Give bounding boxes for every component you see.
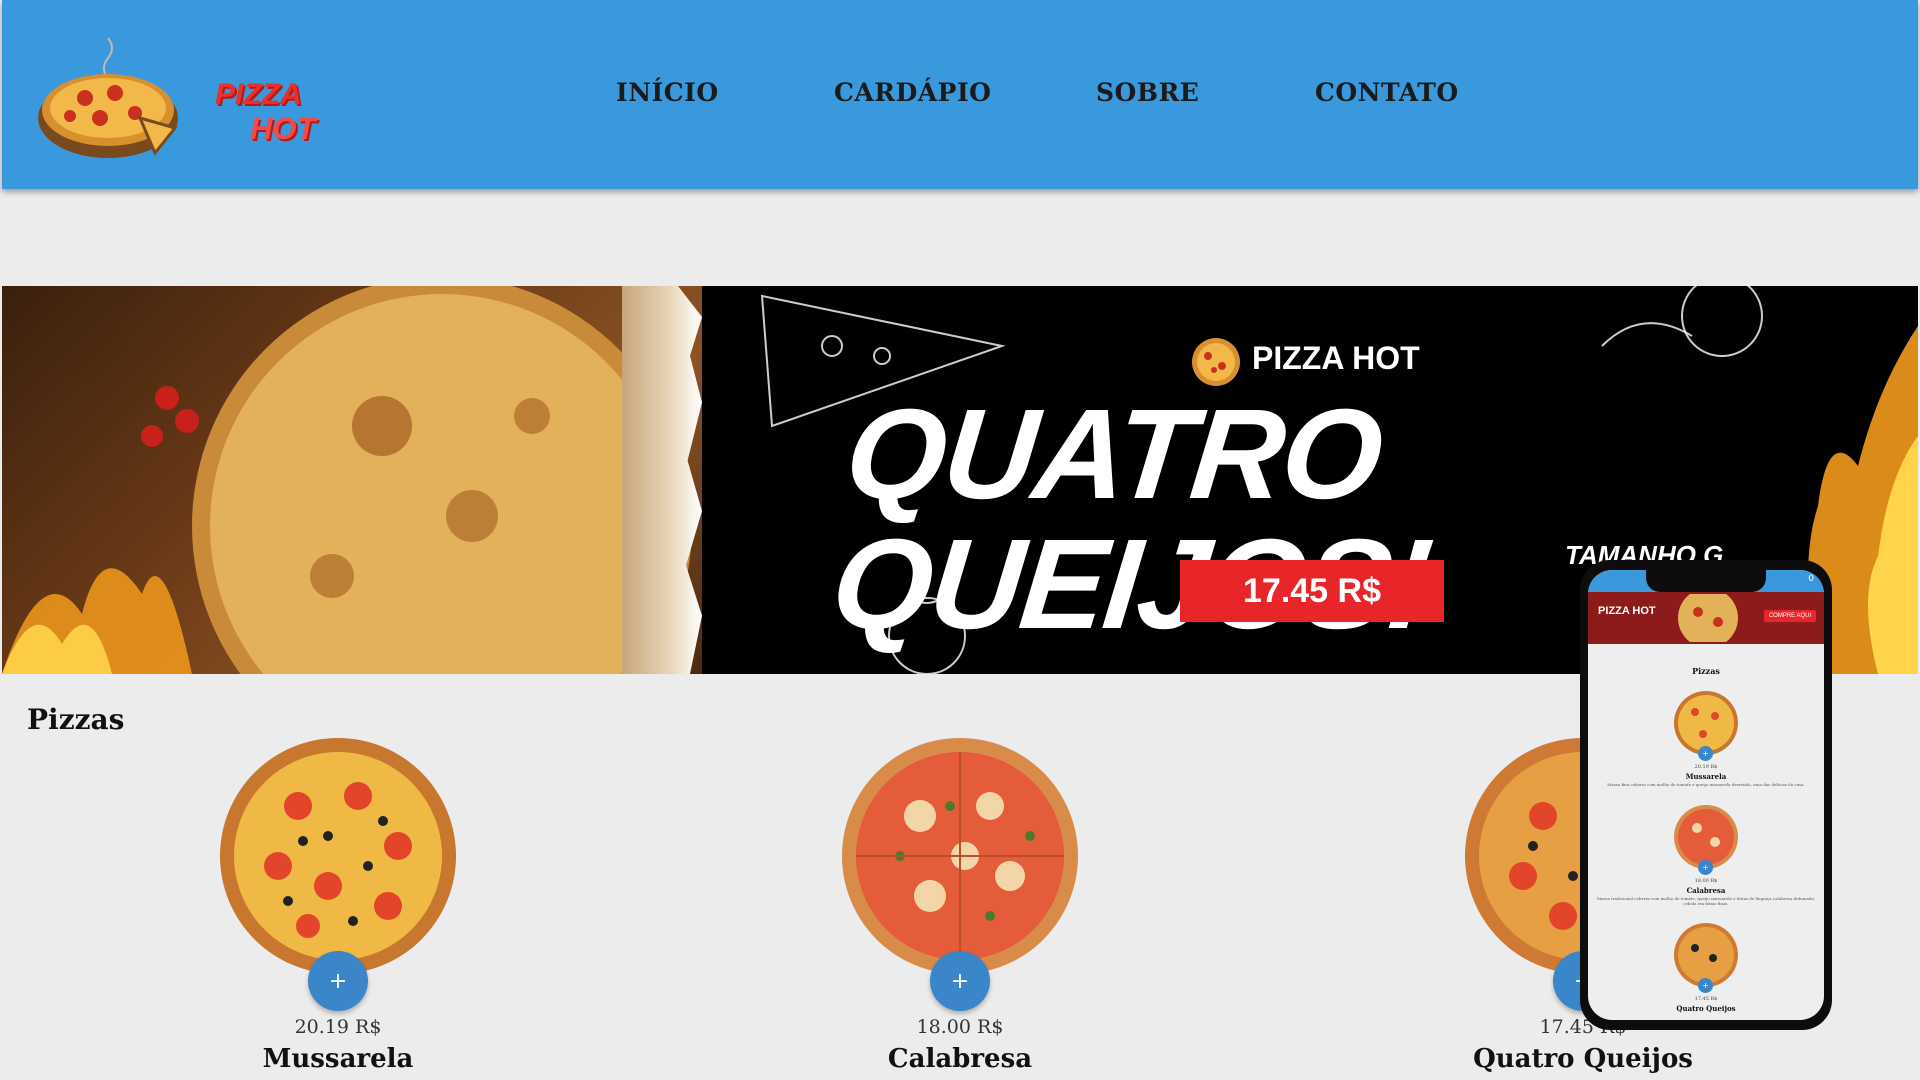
- mobile-product-price: 17.45 R$: [1694, 996, 1718, 1002]
- mobile-product-price: 20.19 R$: [1694, 764, 1718, 770]
- product-name: Quatro Queijos: [1473, 1044, 1693, 1074]
- mobile-add-button[interactable]: +: [1698, 746, 1713, 761]
- site-header: PIZZA HOT INÍCIO CARDÁPIO SOBRE CONTATO: [2, 0, 1918, 189]
- pizza-image: [842, 738, 1078, 974]
- phone-notch: [1646, 570, 1766, 592]
- mobile-brand: PIZZA HOT: [1598, 605, 1656, 617]
- add-button[interactable]: +: [308, 951, 368, 1011]
- nav-sobre[interactable]: SOBRE: [1096, 78, 1199, 107]
- mobile-product-desc: Massa tradicional coberta com molho de t…: [1596, 896, 1816, 906]
- section-title: Pizzas: [27, 703, 125, 736]
- product-price: 18.00 R$: [916, 1016, 1004, 1038]
- mobile-screen: 0 PIZZA HOT COMPRE AQUI Pizzas + 20.19 R…: [1588, 570, 1824, 1020]
- product-price: 20.19 R$: [294, 1016, 382, 1038]
- nav-inicio[interactable]: INÍCIO: [616, 78, 719, 107]
- mobile-product-price: 18.00 R$: [1694, 878, 1718, 884]
- mobile-product-name: Mussarela: [1685, 772, 1727, 781]
- add-button[interactable]: +: [930, 951, 990, 1011]
- banner-pizza-photo: [2, 286, 702, 674]
- pizza-image: [220, 738, 456, 974]
- banner-price: 17.45 R$: [1180, 560, 1444, 622]
- banner-torn-paper: [622, 286, 702, 674]
- nav-contato[interactable]: CONTATO: [1315, 78, 1459, 107]
- mobile-product-name: Calabresa: [1686, 886, 1726, 895]
- pizza-logo-icon: [38, 37, 178, 158]
- vegetable-sketch-icon: [1601, 286, 1763, 357]
- mobile-add-button[interactable]: +: [1698, 978, 1713, 993]
- mobile-status: 0: [1808, 574, 1814, 584]
- site-logo[interactable]: PIZZA HOT: [30, 18, 330, 168]
- logo-text-pizza: PIZZA: [215, 78, 302, 111]
- mobile-banner[interactable]: PIZZA HOT COMPRE AQUI: [1588, 592, 1824, 644]
- pizza-brand-icon: [1192, 338, 1240, 386]
- mobile-cta-button[interactable]: COMPRE AQUI: [1764, 610, 1816, 622]
- mobile-product-desc: Massa fina coberta com molho de tomate e…: [1607, 782, 1805, 787]
- nav-cardapio[interactable]: CARDÁPIO: [834, 78, 991, 107]
- mobile-section-title: Pizzas: [1692, 666, 1720, 676]
- product-name: Calabresa: [887, 1044, 1033, 1074]
- mobile-pizza-image: [1678, 594, 1738, 642]
- mobile-product-name: Quatro Queijos: [1676, 1004, 1736, 1013]
- mobile-add-button[interactable]: +: [1698, 860, 1713, 875]
- product-name: Mussarela: [262, 1044, 414, 1074]
- banner-brand: PIZZA HOT: [1252, 340, 1420, 376]
- mobile-preview: 0 PIZZA HOT COMPRE AQUI Pizzas + 20.19 R…: [1580, 560, 1832, 1030]
- logo-text-hot: HOT: [250, 111, 316, 146]
